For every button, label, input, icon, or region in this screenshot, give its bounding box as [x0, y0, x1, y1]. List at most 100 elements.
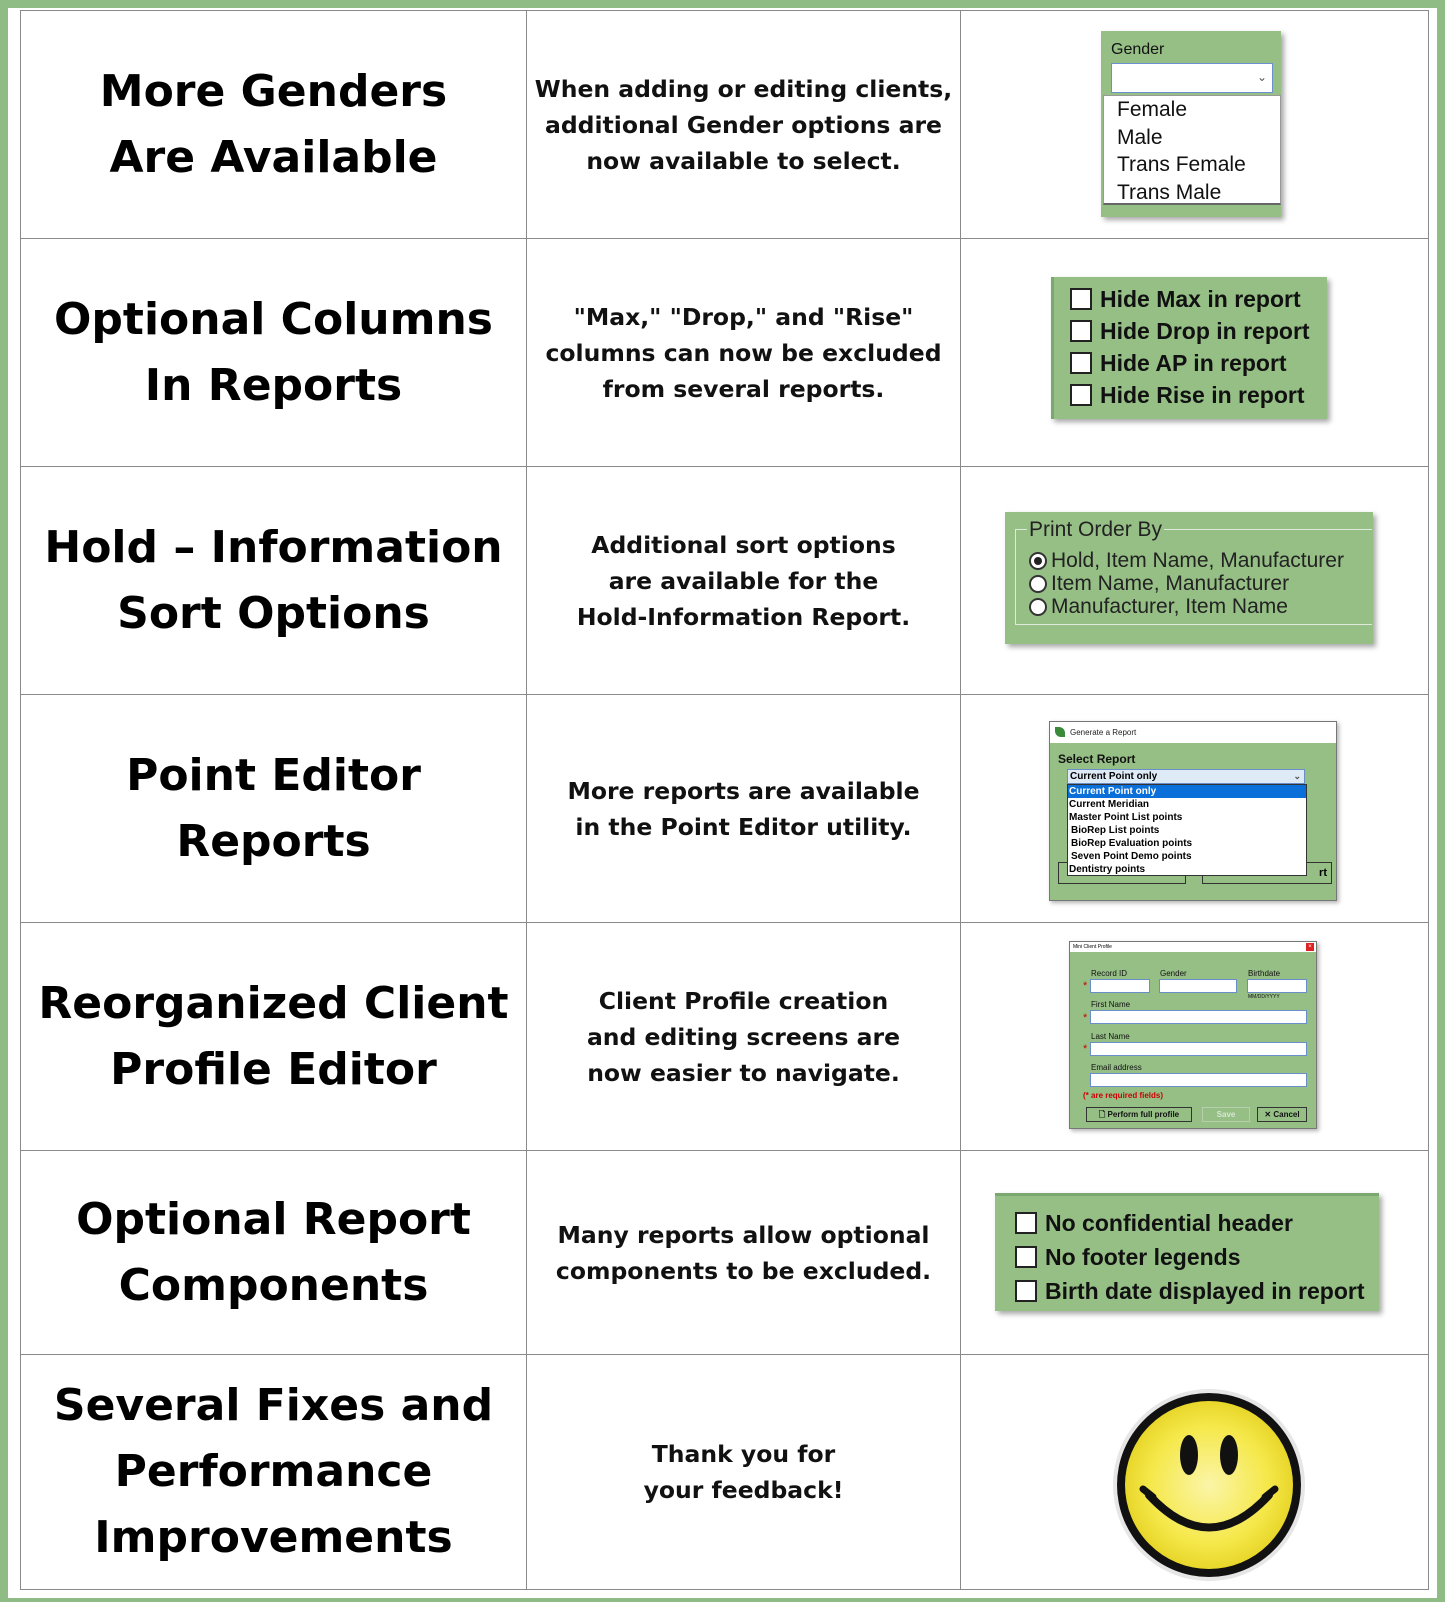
print-order-legend: Print Order By [1027, 518, 1165, 542]
feature-title: Reorganized Client Profile Editor [20, 922, 527, 1151]
feature-description: Additional sort options are available fo… [526, 466, 961, 695]
report-option[interactable]: BioRep List points [1068, 824, 1306, 837]
sort-option-radio[interactable]: Item Name, Manufacturer [1029, 572, 1344, 595]
checkbox-icon [1070, 288, 1092, 310]
feature-title: Hold – Information Sort Options [20, 466, 527, 695]
checkbox-icon [1070, 352, 1092, 374]
record-id-label: Record ID [1091, 969, 1128, 978]
checkbox-icon [1015, 1280, 1037, 1302]
feature-description: Thank you for your feedback! [526, 1354, 961, 1590]
app-leaf-icon [1055, 727, 1065, 737]
close-icon[interactable]: × [1306, 943, 1314, 951]
window-titlebar: Generate a Report [1050, 722, 1336, 743]
feature-description: When adding or editing clients, addition… [526, 10, 961, 239]
gender-label: Gender [1111, 41, 1165, 58]
feature-description: More reports are available in the Point … [526, 694, 961, 923]
feature-title: Several Fixes and Performance Improvemen… [20, 1354, 527, 1590]
hide-rise-checkbox[interactable]: Hide Rise in report [1070, 379, 1327, 411]
sort-option-radio[interactable]: Hold, Item Name, Manufacturer [1029, 549, 1344, 572]
sort-option-radio[interactable]: Manufacturer, Item Name [1029, 595, 1344, 618]
feature-description: "Max," "Drop," and "Rise" columns can no… [526, 238, 961, 467]
gender-option[interactable]: Male [1104, 124, 1280, 152]
gender-option[interactable]: Trans Female [1104, 151, 1280, 179]
report-option[interactable]: Master Point List points [1068, 811, 1306, 824]
feature-title: Optional Columns In Reports [20, 238, 527, 467]
feature-screenshot-cell: Generate a Report Select Report Current … [960, 694, 1429, 923]
gender-options-list: Female Male Trans Female Trans Male [1103, 95, 1281, 205]
cancel-button[interactable]: ✕ Cancel [1257, 1107, 1307, 1122]
first-name-label: First Name [1091, 1000, 1131, 1009]
report-options-list: Current Point only Current Meridian Mast… [1067, 784, 1307, 876]
gender-label: Gender [1160, 969, 1187, 978]
table-row: Optional Report Components Many reports … [20, 1150, 1429, 1355]
mini-client-profile-window: Mini Client Profile × Record ID Gender B… [1069, 941, 1317, 1129]
select-report-label: Select Report [1058, 752, 1136, 766]
generate-report-window: Generate a Report Select Report Current … [1049, 721, 1337, 901]
report-option[interactable]: Current Meridian [1068, 798, 1306, 811]
feature-description: Many reports allow optional components t… [526, 1150, 961, 1355]
radio-selected-icon [1029, 551, 1047, 570]
gender-option[interactable]: Female [1104, 96, 1280, 124]
birth-date-checkbox[interactable]: Birth date displayed in report [1015, 1274, 1379, 1308]
feature-screenshot-cell [960, 1354, 1429, 1590]
report-option[interactable]: BioRep Evaluation points [1068, 837, 1306, 850]
hide-max-checkbox[interactable]: Hide Max in report [1070, 283, 1327, 315]
checkbox-icon [1015, 1246, 1037, 1268]
birthdate-label: Birthdate [1248, 969, 1281, 978]
chevron-down-icon: ⌄ [1256, 70, 1267, 84]
first-name-input[interactable] [1090, 1010, 1307, 1024]
gender-select[interactable] [1159, 979, 1237, 993]
email-label: Email address [1091, 1063, 1142, 1072]
no-confidential-header-checkbox[interactable]: No confidential header [1015, 1206, 1379, 1240]
feature-screenshot-cell: Mini Client Profile × Record ID Gender B… [960, 922, 1429, 1151]
perform-full-profile-button[interactable]: 🗋 Perform full profile [1086, 1107, 1192, 1122]
feature-screenshot-cell: No confidential header No footer legends… [960, 1150, 1429, 1355]
release-notes-table: More Genders Are Available When adding o… [20, 10, 1429, 1590]
radio-icon [1029, 597, 1047, 616]
report-option[interactable]: Seven Point Demo points [1068, 850, 1306, 863]
hide-ap-checkbox[interactable]: Hide AP in report [1070, 347, 1327, 379]
feature-screenshot-cell: Print Order By Hold, Item Name, Manufact… [960, 466, 1429, 695]
radio-icon [1029, 574, 1047, 593]
checkbox-icon [1070, 384, 1092, 406]
gender-select[interactable]: ⌄ [1111, 63, 1273, 93]
save-button[interactable]: Save [1202, 1107, 1250, 1122]
smiley-face-icon [1113, 1389, 1305, 1581]
feature-screenshot-cell: Gender ⌄ Female Male Trans Female Trans … [960, 10, 1429, 239]
table-row: More Genders Are Available When adding o… [20, 10, 1429, 239]
gender-option[interactable]: Trans Male [1104, 179, 1280, 207]
hide-drop-checkbox[interactable]: Hide Drop in report [1070, 315, 1327, 347]
checkbox-icon [1015, 1212, 1037, 1234]
feature-title: More Genders Are Available [20, 10, 527, 239]
feature-title: Optional Report Components [20, 1150, 527, 1355]
required-fields-note: (* are required fields) [1083, 1091, 1164, 1100]
report-select[interactable]: Current Point only ⌄ [1067, 769, 1305, 784]
required-star: * [1083, 1043, 1088, 1055]
feature-screenshot-cell: Hide Max in report Hide Drop in report H… [960, 238, 1429, 467]
feature-description: Client Profile creation and editing scre… [526, 922, 961, 1151]
last-name-input[interactable] [1090, 1042, 1307, 1056]
table-row: Several Fixes and Performance Improvemen… [20, 1354, 1429, 1590]
date-format-hint: MM/DD/YYYY [1248, 994, 1280, 1000]
last-name-label: Last Name [1091, 1032, 1130, 1041]
print-order-panel: Print Order By Hold, Item Name, Manufact… [1005, 512, 1373, 644]
gender-dropdown-screenshot: Gender ⌄ Female Male Trans Female Trans … [1101, 31, 1281, 217]
table-row: Reorganized Client Profile Editor Client… [20, 922, 1429, 1151]
report-option[interactable]: Current Point only [1068, 785, 1306, 798]
no-footer-legends-checkbox[interactable]: No footer legends [1015, 1240, 1379, 1274]
table-row: Hold – Information Sort Options Addition… [20, 466, 1429, 695]
chevron-down-icon: ⌄ [1293, 771, 1301, 781]
birthdate-input[interactable] [1247, 979, 1307, 993]
required-star: * [1083, 980, 1088, 992]
email-input[interactable] [1090, 1073, 1307, 1087]
report-option[interactable]: Dentistry points [1068, 863, 1306, 876]
record-id-input[interactable] [1090, 979, 1150, 993]
feature-title: Point Editor Reports [20, 694, 527, 923]
window-titlebar: Mini Client Profile × [1070, 942, 1316, 952]
checkbox-icon [1070, 320, 1092, 342]
required-star: * [1083, 1012, 1088, 1024]
report-components-panel: No confidential header No footer legends… [995, 1193, 1379, 1311]
hide-columns-panel: Hide Max in report Hide Drop in report H… [1051, 277, 1327, 419]
table-row: Point Editor Reports More reports are av… [20, 694, 1429, 923]
table-row: Optional Columns In Reports "Max," "Drop… [20, 238, 1429, 467]
